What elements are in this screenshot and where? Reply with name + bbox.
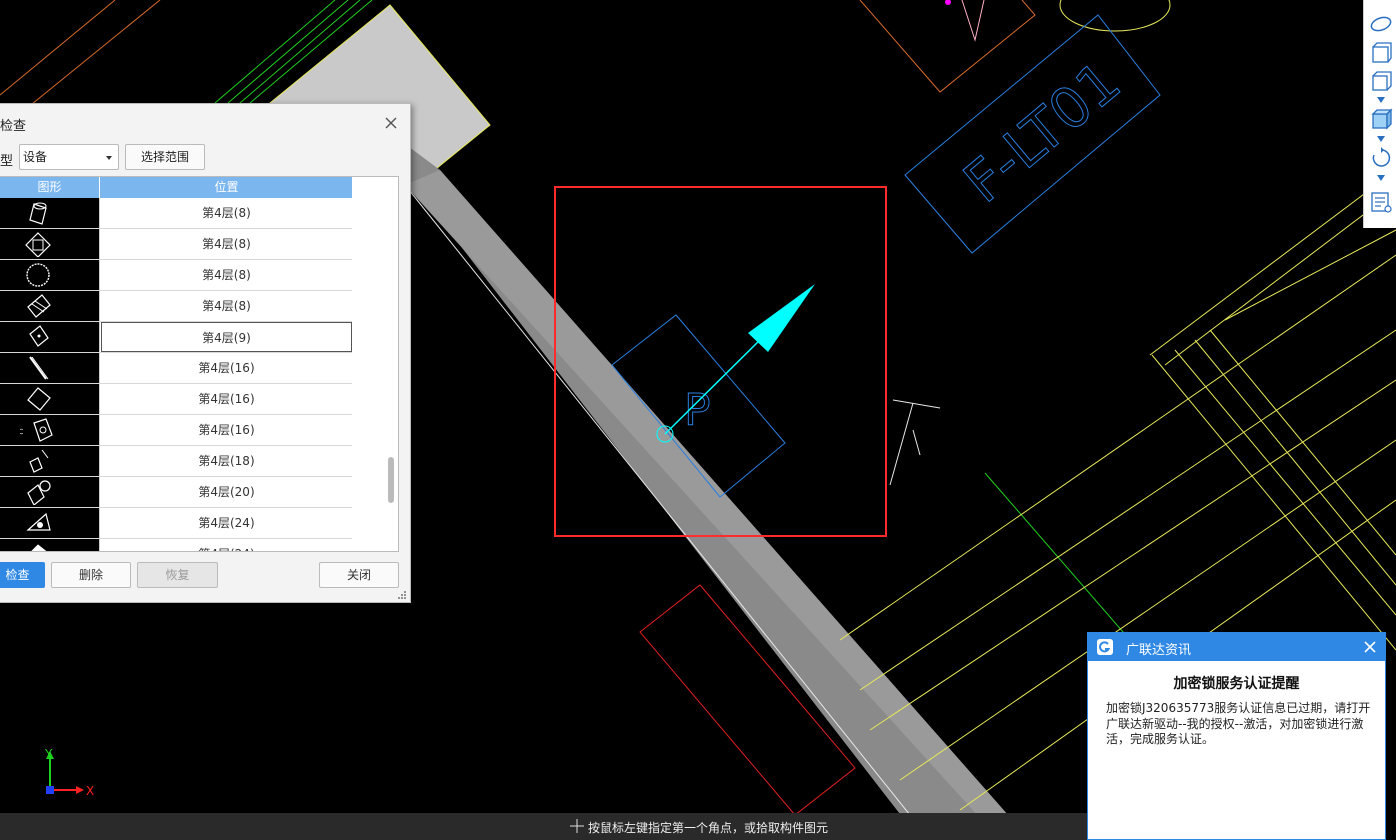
type-label: 类型 xyxy=(0,154,14,169)
row-thumbnail xyxy=(0,508,100,538)
cylinder-tilted-icon xyxy=(29,202,47,225)
fixture-circle-icon xyxy=(27,480,51,505)
row-position: 第4层(24) xyxy=(198,516,255,530)
table-row[interactable]: 第4层(8) xyxy=(0,260,352,291)
svg-text:280℃: 280℃ xyxy=(20,428,23,436)
row-position: 第4层(8) xyxy=(202,206,251,220)
solid-cube-icon[interactable] xyxy=(1369,108,1393,132)
box-view-icon[interactable] xyxy=(1369,70,1393,94)
ucs-x-label: X xyxy=(86,784,94,798)
notification-heading: 加密锁服务认证提醒 xyxy=(1173,676,1300,692)
delete-button[interactable]: 删除 xyxy=(51,562,131,588)
table-row[interactable]: 第4层(9) xyxy=(0,322,352,353)
row-thumbnail xyxy=(0,446,100,476)
status-prompt: 按鼠标左键指定第一个角点，或拾取构件图元 xyxy=(588,821,829,835)
close-button[interactable]: 关闭 xyxy=(319,562,399,588)
notification-body: 加密锁J320635773服务认证信息已过期，请打开广联达新驱动--我的授权--… xyxy=(1106,701,1371,746)
grid-header: 图形 位置 xyxy=(0,177,352,198)
row-position: 第4层(16) xyxy=(198,361,255,375)
box-equipment-icon xyxy=(27,294,51,318)
table-row[interactable]: 第4层(20) xyxy=(0,477,352,508)
row-thumbnail xyxy=(0,322,100,352)
properties-icon[interactable] xyxy=(1369,190,1393,214)
row-position: 第4层(20) xyxy=(198,485,255,499)
notification-panel: 广联达资讯 加密锁服务认证提醒 加密锁J320635773服务认证信息已过期，请… xyxy=(1087,632,1386,840)
square-p-icon xyxy=(29,325,49,347)
circle-ring-icon xyxy=(26,263,50,287)
chevron-down-icon[interactable] xyxy=(1377,136,1385,142)
dialog-title: 检查 xyxy=(0,119,27,134)
row-thumbnail xyxy=(0,353,100,383)
row-position: 第4层(24) xyxy=(101,539,352,551)
table-row[interactable]: 280℃ 第4层(16) xyxy=(0,415,352,446)
check-button[interactable]: 检查 xyxy=(0,562,45,588)
cluster-icon xyxy=(31,544,47,551)
row-position: 第4层(8) xyxy=(202,268,251,282)
row-thumbnail xyxy=(0,198,100,228)
crosshair-cursor-icon xyxy=(570,819,584,833)
chevron-down-icon[interactable] xyxy=(1377,175,1385,181)
3d-view-icon[interactable] xyxy=(1369,42,1393,66)
orbit-icon[interactable] xyxy=(1369,12,1393,36)
column-header-position[interactable]: 位置 xyxy=(101,177,352,198)
triangle-fixture-icon xyxy=(26,512,51,531)
row-thumbnail xyxy=(0,291,100,321)
select-range-button[interactable]: 选择范围 xyxy=(125,144,205,170)
close-icon[interactable] xyxy=(383,115,399,131)
resize-grip-icon[interactable] xyxy=(397,590,407,600)
grid-rows: 第4层(8) 第4层(8) 第4层(8) 第4层(8) 第4层(9) 第4层(16) 第4层… xyxy=(0,198,352,551)
scrollbar-thumb[interactable] xyxy=(388,457,394,503)
small-diamond-icon xyxy=(29,449,49,473)
table-row[interactable]: 第4层(24) xyxy=(0,508,352,539)
diamond-fixture-icon xyxy=(25,232,51,257)
row-position: 第4层(16) xyxy=(198,392,255,406)
notification-title: 广联达资讯 xyxy=(1126,643,1192,658)
row-position: 第4层(9) xyxy=(101,322,352,352)
table-row[interactable]: 第4层(8) xyxy=(0,198,352,229)
row-thumbnail xyxy=(0,384,100,414)
result-grid: 图形 位置 第4层(8) 第4层(8) 第4层(8) 第4层(8) 第4层(9) 第4层(… xyxy=(0,176,399,552)
restore-button[interactable]: 恢复 xyxy=(137,562,218,588)
row-thumbnail xyxy=(0,260,100,290)
row-thumbnail xyxy=(0,229,100,259)
ucs-icon: Y X xyxy=(44,747,94,798)
row-position: 第4层(18) xyxy=(198,454,255,468)
slanted-bar-icon xyxy=(29,356,49,380)
caret-down-icon xyxy=(106,156,112,160)
row-position: 第4层(8) xyxy=(202,299,251,313)
table-row[interactable]: 第4层(8) xyxy=(0,291,352,322)
tag-280c-icon: 280℃ xyxy=(20,418,53,442)
row-position: 第4层(16) xyxy=(198,423,255,437)
rotate-icon[interactable] xyxy=(1369,146,1393,170)
view-toolbar xyxy=(1363,0,1396,228)
table-row[interactable]: 第4层(16) xyxy=(0,353,352,384)
check-dialog: 检查 类型 设备 选择范围 图形 位置 第4层(8)第4层(8)第4层(8)第4… xyxy=(0,103,411,603)
row-thumbnail xyxy=(0,539,100,551)
ucs-y-label: Y xyxy=(44,747,53,761)
row-position: 第4层(8) xyxy=(202,237,251,251)
diamond-outline-icon xyxy=(27,387,51,411)
chevron-down-icon[interactable] xyxy=(1377,97,1385,103)
table-row[interactable]: 第4层(16) xyxy=(0,384,352,415)
status-bar: 按鼠标左键指定第一个角点，或拾取构件图元 xyxy=(0,813,1087,840)
type-select-value: 设备 xyxy=(23,150,48,164)
close-icon[interactable] xyxy=(1362,639,1378,655)
type-select[interactable]: 设备 xyxy=(19,144,119,170)
row-thumbnail xyxy=(0,477,100,507)
column-header-shape[interactable]: 图形 xyxy=(0,177,100,198)
row-thumbnail: 280℃ xyxy=(0,415,100,445)
table-row[interactable]: 第4层(8) xyxy=(0,229,352,260)
table-row[interactable]: 第4层(18) xyxy=(0,446,352,477)
table-row[interactable]: 第4层(24) xyxy=(0,539,352,551)
notification-header: 广联达资讯 xyxy=(1088,633,1385,661)
glodon-logo-icon xyxy=(1097,639,1113,655)
